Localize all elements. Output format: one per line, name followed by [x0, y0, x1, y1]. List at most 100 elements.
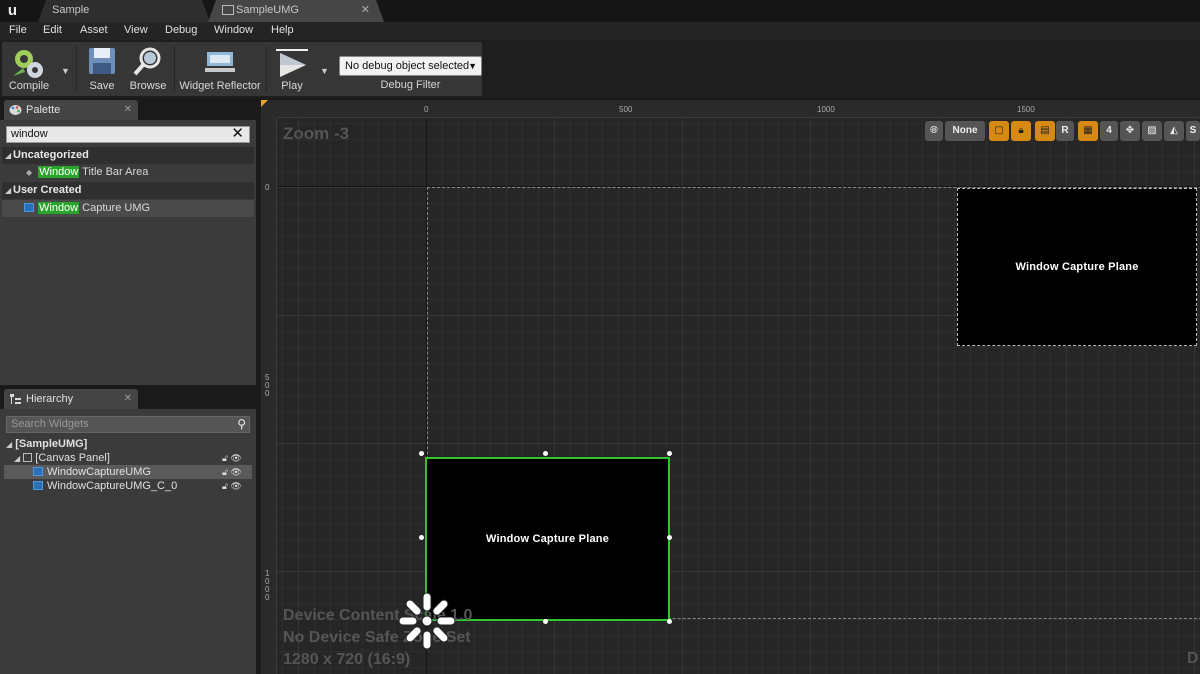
screen-size-label: S	[1189, 125, 1197, 136]
close-tab-icon[interactable]: ✕	[361, 0, 370, 20]
chevron-down-icon: ▼	[468, 61, 477, 71]
lock-eye-toggles[interactable]: 🔓︎ 👁︎	[222, 451, 248, 465]
resize-handle[interactable]	[543, 451, 548, 456]
search-widgets-input[interactable]: Search Widgets ⚲	[6, 416, 250, 433]
compile-options-dropdown-icon[interactable]: ▼	[61, 66, 70, 76]
background-image-icon[interactable]: ▨	[1142, 121, 1162, 141]
fit-screen-icon[interactable]: ✥	[1120, 121, 1140, 141]
resize-handle[interactable]	[419, 451, 424, 456]
category-uncategorized[interactable]: ◢ Uncategorized	[2, 147, 254, 164]
debug-object-select[interactable]: No debug object selected ▼	[339, 56, 482, 76]
ruler-tick: 0	[265, 183, 270, 192]
grid-size-select[interactable]: 4	[1100, 121, 1118, 141]
grid-snap-icon[interactable]: ▦	[1078, 121, 1098, 141]
compile-button[interactable]: Compile	[4, 42, 54, 96]
palette-search-value: window	[11, 128, 48, 140]
hierarchy-panel: Search Widgets ⚲ ◢ [SampleUMG] ◢ [Canvas…	[0, 409, 256, 674]
palette-item-window-title-bar-area[interactable]: ◆ Window Title Bar Area	[2, 164, 254, 181]
match-highlight: Window	[38, 166, 80, 178]
designer-toolbar: 🌐︎ None ▢ 🔒︎ ▤ R ▦ 4 ✥ ▨ ◭ S	[925, 121, 1200, 143]
browse-button[interactable]: Browse	[126, 42, 170, 96]
menu-file[interactable]: File	[9, 24, 27, 36]
resize-handle[interactable]	[667, 451, 672, 456]
ruler-tick: 1500	[1017, 105, 1035, 114]
diamond-icon: ◆	[26, 168, 33, 177]
menu-bar: File Edit Asset View Debug Window Help	[0, 22, 1200, 40]
collapse-arrow-icon: ◢	[14, 454, 21, 463]
palette-item-window-capture-umg[interactable]: Window Capture UMG	[2, 200, 254, 217]
loading-spinner-icon	[398, 592, 456, 650]
hierarchy-icon	[10, 394, 21, 404]
lock-icon[interactable]: 🔒︎	[1011, 121, 1031, 141]
tree-item-windowcaptureumg-c-0[interactable]: WindowCaptureUMG_C_0 🔓︎ 👁︎	[4, 479, 252, 493]
menu-view[interactable]: View	[124, 24, 148, 36]
palette-tab[interactable]: Palette ✕	[4, 100, 138, 120]
render-transform-button[interactable]: R	[1056, 121, 1074, 141]
palette-item-rest: Capture UMG	[79, 202, 151, 214]
designer-viewport[interactable]: 0 500 1000 1500 0 500 1000 Zoom -3 Windo…	[261, 100, 1200, 674]
window-capture-plane-widget[interactable]: Window Capture Plane	[957, 188, 1197, 346]
horizontal-ruler: 0 500 1000 1500	[261, 100, 1200, 118]
play-options-dropdown-icon[interactable]: ▼	[320, 66, 329, 76]
unreal-logo-icon[interactable]: u	[4, 2, 21, 19]
play-label: Play	[281, 80, 303, 92]
widget-reflector-icon	[205, 52, 235, 72]
lock-eye-toggles[interactable]: 🔓︎ 👁︎	[222, 465, 248, 479]
hierarchy-tab[interactable]: Hierarchy ✕	[4, 389, 138, 409]
clipped-overlay-text: D	[1187, 650, 1199, 667]
debug-filter-label: Debug Filter	[380, 79, 441, 91]
document-tab-bar: u Sample SampleUMG ✕	[0, 0, 1200, 22]
menu-edit[interactable]: Edit	[43, 24, 62, 36]
menu-asset[interactable]: Asset	[80, 24, 108, 36]
warning-triangle-icon[interactable]: ◭	[1164, 121, 1184, 141]
resize-handle[interactable]	[667, 535, 672, 540]
menu-window[interactable]: Window	[214, 24, 253, 36]
menu-help[interactable]: Help	[271, 24, 294, 36]
device-resolution: 1280 x 720 (16:9)	[283, 651, 411, 668]
close-hierarchy-icon[interactable]: ✕	[124, 389, 132, 409]
clear-search-icon[interactable]: ✕	[231, 126, 244, 141]
hierarchy-tab-label: Hierarchy	[26, 393, 74, 405]
screen-size-button[interactable]: S	[1186, 121, 1200, 141]
palette-search-input[interactable]: window ✕	[6, 126, 250, 143]
ruler-tick: 1000	[817, 105, 835, 114]
tree-item-root[interactable]: ◢ [SampleUMG]	[4, 437, 252, 451]
tree-item-label: WindowCaptureUMG	[47, 466, 151, 478]
resize-handle[interactable]	[419, 535, 424, 540]
palette-icon	[9, 105, 22, 115]
play-button[interactable]: Play	[270, 42, 314, 96]
tree-item-windowcaptureumg[interactable]: WindowCaptureUMG 🔓︎ 👁︎	[4, 465, 252, 479]
localization-globe-icon[interactable]: 🌐︎	[925, 121, 943, 141]
compile-gears-icon	[13, 50, 43, 78]
category-label: User Created	[13, 184, 82, 196]
widget-reflector-button[interactable]: Widget Reflector	[178, 42, 262, 96]
zoom-level-label: Zoom -3	[283, 124, 350, 143]
canvas-panel-icon	[23, 453, 33, 462]
blueprint-toolbar: Compile ▼ Save Browse Widget Reflector P…	[0, 40, 1200, 98]
layout-transform-icon[interactable]: ▤	[1035, 121, 1055, 141]
palette-item-rest: Title Bar Area	[79, 166, 149, 178]
debug-object-value: No debug object selected	[345, 60, 470, 72]
selected-window-capture-plane-widget[interactable]: Window Capture Plane	[425, 457, 670, 621]
vertical-ruler: 0 500 1000	[261, 118, 277, 674]
tab-sample[interactable]: Sample	[38, 0, 210, 22]
close-palette-icon[interactable]: ✕	[124, 100, 132, 120]
tree-item-label: [Canvas Panel]	[35, 452, 110, 464]
ruler-tick: 500	[619, 105, 633, 114]
save-button[interactable]: Save	[82, 42, 122, 96]
resize-handle[interactable]	[543, 619, 548, 624]
tree-item-label: [SampleUMG]	[15, 438, 88, 450]
plane-label: Window Capture Plane	[1015, 261, 1139, 273]
browse-magnifier-icon	[133, 47, 161, 76]
ruler-corner	[261, 100, 277, 118]
tab-sampleumg[interactable]: SampleUMG ✕	[208, 0, 384, 22]
resize-handle[interactable]	[667, 619, 672, 624]
lock-eye-toggles[interactable]: 🔓︎ 👁︎	[222, 479, 248, 493]
outline-toggle-icon[interactable]: ▢	[989, 121, 1009, 141]
menu-debug[interactable]: Debug	[165, 24, 197, 36]
play-icon	[276, 49, 308, 77]
tree-item-label: WindowCaptureUMG_C_0	[47, 480, 178, 492]
tree-item-canvas-panel[interactable]: ◢ [Canvas Panel] 🔓︎ 👁︎	[4, 451, 252, 465]
preview-mode-select[interactable]: None	[945, 121, 985, 141]
category-user-created[interactable]: ◢ User Created	[2, 182, 254, 199]
